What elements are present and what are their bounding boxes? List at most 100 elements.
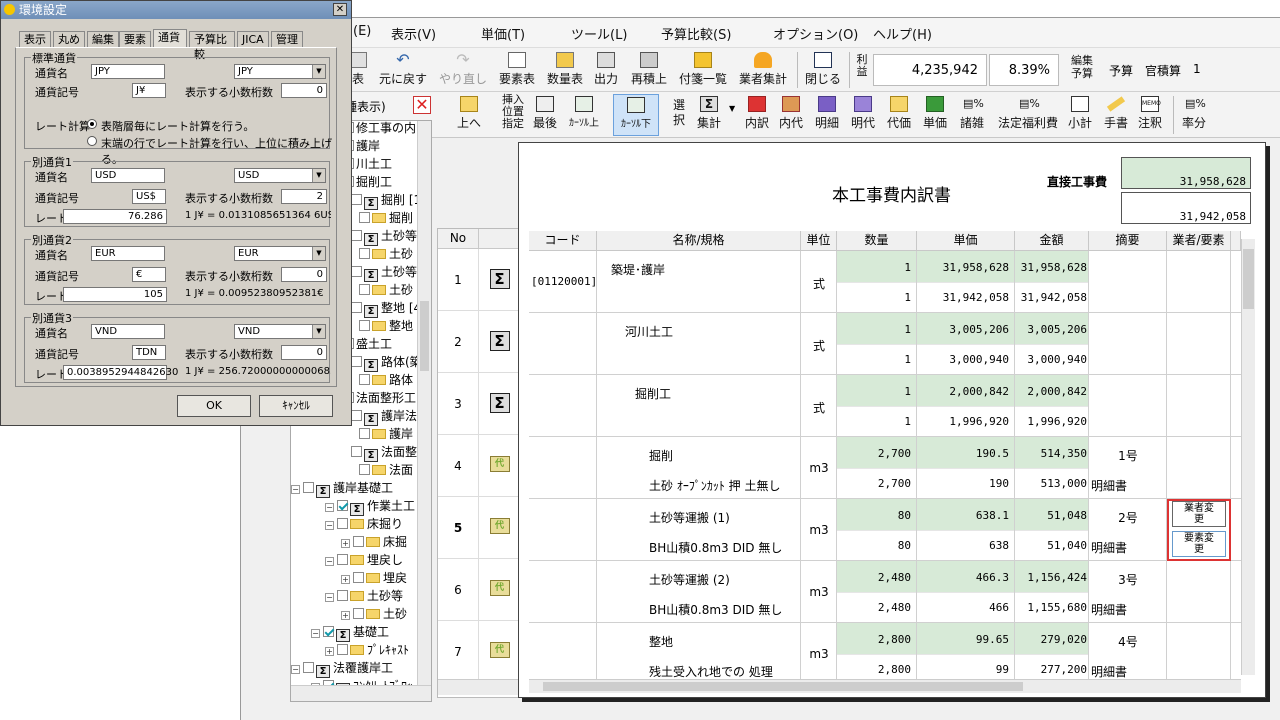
budget-edit-button[interactable]: 編集予算 — [1067, 54, 1097, 80]
tree-checkbox[interactable] — [351, 194, 362, 205]
breakdown-folder-icon[interactable]: 代 — [489, 580, 510, 596]
recalc-button[interactable]: 再積上 — [627, 52, 671, 87]
currency-symbol-input[interactable]: US$ — [132, 189, 166, 204]
expand-toggle-icon[interactable]: + — [341, 539, 350, 548]
tree-checkbox[interactable] — [351, 446, 362, 457]
tree-checkbox[interactable] — [337, 590, 348, 601]
sigma-icon[interactable]: Σ — [489, 393, 510, 413]
expand-toggle-icon[interactable]: − — [291, 665, 300, 674]
tree-checkbox[interactable] — [359, 320, 370, 331]
select-button[interactable]: 選択 — [671, 98, 687, 128]
expand-toggle-icon[interactable]: − — [325, 557, 334, 566]
currency-select[interactable]: USD — [234, 168, 326, 183]
horizontal-scrollbar[interactable] — [291, 685, 431, 701]
tab-3[interactable]: 要素 — [119, 31, 151, 47]
menu-help[interactable]: ヘルプ(H) — [873, 24, 932, 43]
last-button[interactable]: 最後 — [531, 96, 559, 131]
menu-budget-compare[interactable]: 予算比較(S) — [661, 24, 731, 43]
tree-item[interactable]: − Σ 基礎工 — [311, 623, 389, 642]
undo-button[interactable]: ↶ 元に戻す — [375, 52, 431, 87]
rate-input[interactable]: 76.286 — [63, 209, 167, 224]
vendor-summary-button[interactable]: 業者集計 — [735, 52, 791, 87]
tree-item[interactable]: − 埋戻し — [325, 551, 403, 569]
expand-toggle-icon[interactable]: − — [325, 521, 334, 530]
base-currency-select[interactable]: JPY — [234, 64, 326, 79]
tree-checkbox[interactable] — [359, 248, 370, 259]
tree-checkbox[interactable] — [337, 518, 348, 529]
sum-button[interactable]: Σ 集計 — [695, 96, 723, 131]
tree-item[interactable]: + ﾌﾟﾚｷｬｽﾄ — [325, 641, 409, 659]
rate-calc-per-level-radio[interactable] — [87, 119, 97, 129]
menu-edit[interactable]: (E) — [353, 24, 371, 39]
currency-symbol-input[interactable]: TDN — [132, 345, 166, 360]
tree-item[interactable]: Σ 整地 [4 — [351, 299, 421, 318]
tree-item[interactable]: 護岸 — [359, 425, 413, 443]
tree-checkbox[interactable] — [351, 410, 362, 421]
row-number[interactable]: 5 — [438, 497, 479, 559]
scroll-thumb[interactable] — [543, 682, 1023, 691]
tree-item[interactable]: − 床掘り — [325, 515, 403, 533]
quantity-table-button[interactable]: 数量表 — [543, 52, 587, 87]
tree-checkbox[interactable] — [351, 230, 362, 241]
tree-item[interactable]: + 土砂 — [341, 605, 407, 623]
row-number[interactable]: 4 — [438, 435, 479, 497]
output-button[interactable]: 出力 — [589, 52, 623, 87]
detail-sub-button[interactable]: 明代 — [849, 96, 877, 131]
subtotal-button[interactable]: 小計 — [1065, 96, 1095, 131]
ok-button[interactable]: OK — [177, 395, 251, 417]
tab-0[interactable]: 表示 — [19, 31, 51, 47]
vendor-change-button[interactable]: 業者変更 — [1172, 501, 1226, 527]
decimals-input[interactable]: 0 — [281, 267, 327, 282]
tree-item[interactable]: 法面整形工 — [343, 389, 416, 407]
move-up-button[interactable]: 上へ — [453, 96, 485, 131]
unit-price-button[interactable]: 単価 — [921, 96, 949, 131]
expand-toggle-icon[interactable]: − — [291, 485, 300, 494]
breakdown-button[interactable]: 内訳 — [743, 96, 771, 131]
tree-checkbox[interactable] — [359, 212, 370, 223]
currency-select[interactable]: EUR — [234, 246, 326, 261]
tree-item[interactable]: 土砂 — [359, 281, 413, 299]
cancel-button[interactable]: ｷｬﾝｾﾙ — [259, 395, 333, 417]
expand-toggle-icon[interactable]: + — [325, 647, 334, 656]
menu-view[interactable]: 表示(V) — [391, 24, 436, 43]
cursor-down-button[interactable]: ｶｰｿﾙ下 — [613, 94, 659, 136]
currency-name-input[interactable]: VND — [91, 324, 165, 339]
tab-5[interactable]: 予算比較 — [189, 31, 235, 61]
tree-checkbox[interactable] — [303, 482, 314, 493]
element-change-button[interactable]: 要素変更 — [1172, 531, 1226, 557]
tree-checkbox[interactable] — [353, 608, 364, 619]
tree-checkbox[interactable] — [337, 644, 348, 655]
tree-checkbox[interactable] — [351, 266, 362, 277]
tree-item[interactable]: − Σ 護岸基礎工 — [291, 479, 393, 498]
tree-item[interactable]: 整地 — [359, 317, 413, 335]
horizontal-scrollbar[interactable] — [438, 679, 520, 695]
rate-calc-leaf-radio[interactable] — [87, 136, 97, 146]
tree-item[interactable]: + 埋戻 — [341, 569, 407, 587]
expand-toggle-icon[interactable]: − — [325, 593, 334, 602]
sigma-icon[interactable]: Σ — [489, 269, 510, 289]
detail-button[interactable]: 明細 — [813, 96, 841, 131]
expand-toggle-icon[interactable]: − — [311, 629, 320, 638]
breakdown-folder-icon[interactable]: 代 — [489, 642, 510, 658]
sigma-icon[interactable]: Σ — [489, 331, 510, 351]
redo-button[interactable]: ↷ やり直し — [435, 52, 491, 87]
tree-item[interactable]: Σ 掘削 [1 — [351, 191, 421, 210]
tree-item[interactable]: 掘削 — [359, 209, 413, 227]
decimals-input[interactable]: 2 — [281, 189, 327, 204]
close-button[interactable]: 閉じる — [801, 52, 845, 87]
tab-4[interactable]: 通貨 — [153, 29, 187, 47]
rate-button[interactable]: ▤% 率分 — [1179, 96, 1209, 131]
substitute-price-button[interactable]: 代価 — [885, 96, 913, 131]
expand-toggle-icon[interactable]: + — [341, 611, 350, 620]
tab-1[interactable]: 丸め — [53, 31, 85, 47]
tree-item[interactable]: 土砂 — [359, 245, 413, 263]
currency-name-input[interactable]: USD — [91, 168, 165, 183]
expand-toggle-icon[interactable]: − — [325, 503, 334, 512]
tree-checkbox[interactable] — [353, 572, 364, 583]
horizontal-scrollbar[interactable] — [529, 679, 1241, 693]
vertical-scrollbar[interactable] — [1241, 239, 1255, 675]
currency-name-input[interactable]: EUR — [91, 246, 165, 261]
tree-item[interactable]: + 床掘 — [341, 533, 407, 551]
tree-checkbox[interactable] — [359, 374, 370, 385]
breakdown-folder-icon[interactable]: 代 — [489, 518, 510, 534]
